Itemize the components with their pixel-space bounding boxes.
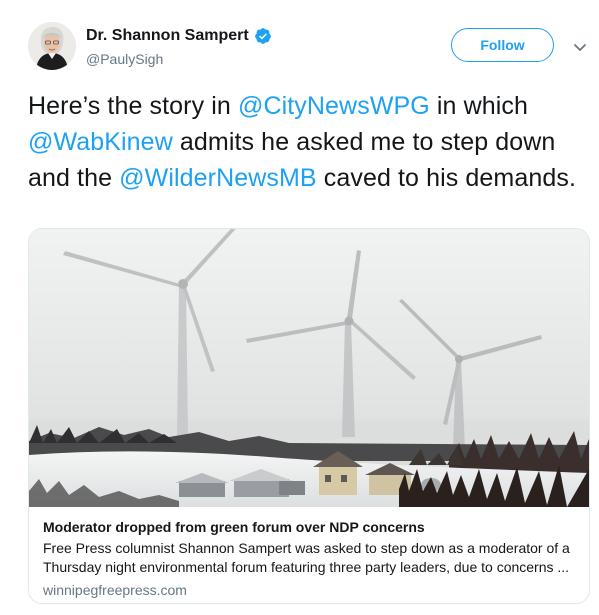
verified-badge-icon (254, 27, 272, 45)
card-image[interactable] (29, 229, 589, 507)
handle[interactable]: @PaulySigh (86, 49, 272, 69)
chevron-down-icon[interactable] (572, 39, 588, 55)
tweet-text: Here’s the story in @CityNewsWPG in whic… (28, 88, 584, 196)
mention-wabkinew[interactable]: @WabKinew (28, 128, 173, 156)
display-name-row[interactable]: Dr. Shannon Sampert (86, 25, 272, 47)
display-name[interactable]: Dr. Shannon Sampert (86, 25, 249, 47)
tweet: Dr. Shannon Sampert @PaulySigh Follow He… (0, 0, 599, 615)
avatar-image (28, 22, 76, 70)
author-names: Dr. Shannon Sampert @PaulySigh (86, 25, 272, 69)
card-domain[interactable]: winnipegfreepress.com (43, 580, 578, 600)
card-description-line: Free Press columnist Shannon Sampert was… (43, 540, 570, 556)
text-segment: caved to his demands. (316, 164, 576, 192)
text-segment: Here’s the story in (28, 92, 238, 120)
card-description: Free Press columnist Shannon Sampert was… (43, 539, 578, 577)
mention-citynewswpg[interactable]: @CityNewsWPG (238, 92, 430, 120)
card-description-line: Thursday night environmental forum featu… (43, 559, 570, 575)
follow-button[interactable]: Follow (451, 28, 554, 62)
text-segment: in which (429, 92, 529, 120)
link-card[interactable]: Moderator dropped from green forum over … (28, 228, 590, 604)
tweet-header: Dr. Shannon Sampert @PaulySigh Follow (28, 22, 588, 74)
card-body[interactable]: Moderator dropped from green forum over … (43, 517, 578, 600)
card-title[interactable]: Moderator dropped from green forum over … (43, 517, 578, 537)
mention-wildernewsmb[interactable]: @WilderNewsMB (119, 164, 317, 192)
avatar[interactable] (28, 22, 76, 70)
